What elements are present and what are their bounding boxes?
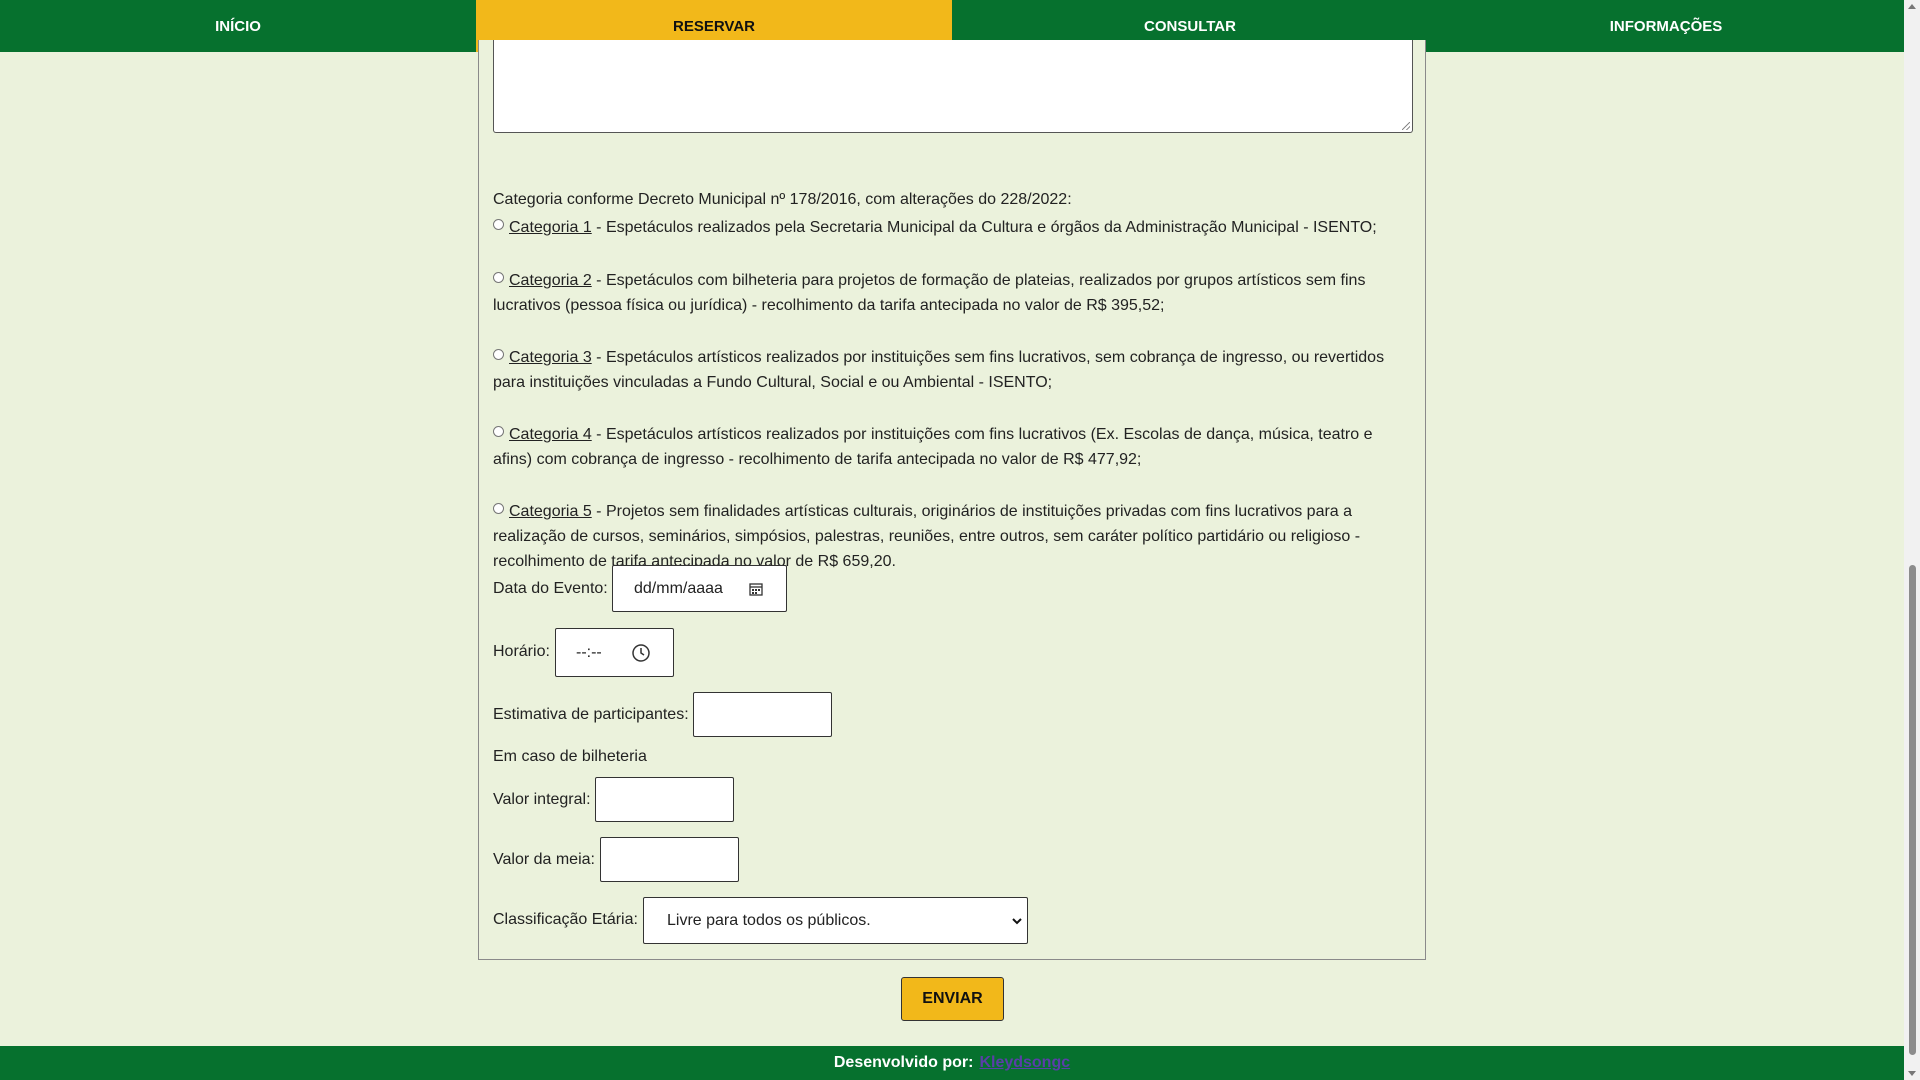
category-3-name: Categoria 3 bbox=[509, 349, 592, 366]
footer-credit: Desenvolvido por: bbox=[833, 1054, 974, 1071]
category-1-name: Categoria 1 bbox=[509, 219, 592, 236]
full-price-input[interactable] bbox=[595, 777, 734, 822]
half-price-input[interactable] bbox=[600, 837, 739, 882]
scroll-down-icon[interactable] bbox=[1908, 1071, 1916, 1076]
category-option-3[interactable]: Categoria 3 - Espetáculos artísticos rea… bbox=[493, 345, 1413, 395]
age-rating-select[interactable]: Livre para todos os públicos. bbox=[643, 897, 1028, 944]
category-2-radio[interactable] bbox=[493, 272, 504, 283]
submit-button[interactable]: ENVIAR bbox=[901, 977, 1004, 1021]
description-textarea[interactable] bbox=[493, 40, 1413, 133]
category-1-radio[interactable] bbox=[493, 219, 504, 230]
date-placeholder: dd/mm/aaaa bbox=[634, 579, 723, 597]
category-3-text: - Espetáculos artísticos realizados por … bbox=[493, 349, 1385, 391]
clock-icon[interactable] bbox=[631, 643, 651, 663]
event-time-input[interactable]: --:-- bbox=[555, 628, 674, 677]
category-4-name: Categoria 4 bbox=[509, 426, 592, 443]
time-placeholder: --:-- bbox=[576, 643, 602, 661]
scroll-thumb[interactable] bbox=[1909, 565, 1916, 1055]
category-intro: Categoria conforme Decreto Municipal nº … bbox=[493, 191, 1072, 208]
rating-label: Classificação Etária: bbox=[493, 911, 638, 928]
category-option-4[interactable]: Categoria 4 - Espetáculos artísticos rea… bbox=[493, 422, 1413, 472]
footer: Desenvolvido por: Kleydsongc bbox=[0, 1046, 1904, 1080]
scroll-up-icon[interactable] bbox=[1908, 4, 1916, 9]
resize-grip-icon[interactable] bbox=[1402, 122, 1410, 130]
developer-link[interactable]: Kleydsongc bbox=[979, 1054, 1070, 1072]
category-5-text: - Projetos sem finalidades artísticas cu… bbox=[493, 503, 1361, 570]
category-4-radio[interactable] bbox=[493, 426, 504, 437]
category-2-text: - Espetáculos com bilheteria para projet… bbox=[493, 272, 1366, 314]
full-price-label: Valor integral: bbox=[493, 791, 591, 808]
category-option-2[interactable]: Categoria 2 - Espetáculos com bilheteria… bbox=[493, 268, 1413, 318]
participants-input[interactable] bbox=[693, 692, 832, 737]
category-option-1[interactable]: Categoria 1 - Espetáculos realizados pel… bbox=[493, 215, 1413, 240]
time-label: Horário: bbox=[493, 643, 550, 660]
category-4-text: - Espetáculos artísticos realizados por … bbox=[493, 426, 1373, 468]
nav-item-inicio[interactable]: INÍCIO bbox=[0, 0, 476, 52]
reservation-form: Categoria conforme Decreto Municipal nº … bbox=[478, 40, 1426, 960]
category-5-radio[interactable] bbox=[493, 503, 504, 514]
participants-label: Estimativa de participantes: bbox=[493, 706, 689, 723]
date-label: Data do Evento: bbox=[493, 580, 608, 597]
calendar-icon[interactable] bbox=[749, 582, 763, 596]
category-2-name: Categoria 2 bbox=[509, 272, 592, 289]
chevron-down-icon bbox=[1012, 917, 1022, 924]
category-option-5[interactable]: Categoria 5 - Projetos sem finalidades a… bbox=[493, 499, 1413, 574]
nav-item-informacoes[interactable]: INFORMAÇÕES bbox=[1428, 0, 1904, 52]
category-5-name: Categoria 5 bbox=[509, 503, 592, 520]
age-rating-value: Livre para todos os públicos. bbox=[667, 911, 871, 929]
page-scrollbar[interactable] bbox=[1904, 0, 1920, 1080]
half-price-label: Valor da meia: bbox=[493, 851, 595, 868]
ticket-heading: Em caso de bilheteria bbox=[493, 748, 647, 765]
category-1-text: - Espetáculos realizados pela Secretaria… bbox=[591, 219, 1377, 236]
category-3-radio[interactable] bbox=[493, 349, 504, 360]
event-date-input[interactable]: dd/mm/aaaa bbox=[612, 565, 787, 612]
